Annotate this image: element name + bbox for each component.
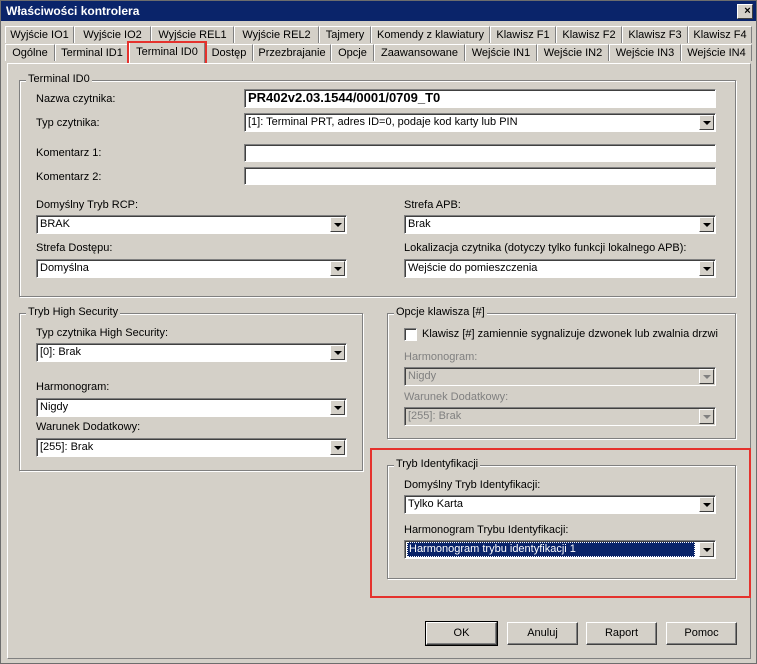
tab-wyjscie-io1[interactable]: Wyjście IO1 — [5, 26, 74, 43]
close-icon: × — [744, 5, 751, 17]
id-schedule-label: Harmonogram Trybu Identyfikacji: — [404, 524, 569, 536]
apb-label: Strefa APB: — [404, 199, 461, 211]
ko-condition-select[interactable]: [255]: Brak — [404, 407, 716, 426]
title-bar: Właściwości kontrolera × — [1, 1, 756, 21]
chevron-down-icon[interactable] — [330, 217, 345, 232]
tab-klawisz-f2[interactable]: Klawisz F2 — [556, 26, 622, 43]
reader-name-input[interactable]: PR402v2.03.1544/0001/0709_T0 — [244, 89, 716, 108]
comment2-input[interactable] — [244, 167, 716, 185]
hs-type-select[interactable]: [0]: Brak — [36, 343, 347, 362]
rcp-value: BRAK — [40, 218, 70, 230]
reader-type-select[interactable]: [1]: Terminal PRT, adres ID=0, podaje ko… — [244, 113, 716, 132]
ko-condition-label: Warunek Dodatkowy: — [404, 391, 509, 403]
access-zone-label: Strefa Dostępu: — [36, 242, 113, 254]
hs-condition-label: Warunek Dodatkowy: — [36, 421, 141, 433]
chevron-down-icon[interactable] — [699, 261, 714, 276]
tab-dostep[interactable]: Dostęp — [205, 44, 253, 61]
hs-condition-value: [255]: Brak — [40, 441, 94, 453]
hs-schedule-value: Nigdy — [40, 401, 69, 413]
tab-przezbrajanie[interactable]: Przezbrajanie — [253, 44, 331, 61]
rcp-label: Domyślny Tryb RCP: — [36, 199, 139, 211]
chevron-down-icon[interactable] — [330, 261, 345, 276]
hs-schedule-label: Harmonogram: — [36, 381, 110, 393]
ok-button[interactable]: OK — [425, 621, 498, 646]
reader-type-value: [1]: Terminal PRT, adres ID=0, podaje ko… — [248, 116, 518, 128]
chevron-down-icon[interactable] — [699, 409, 714, 424]
comment1-label: Komentarz 1: — [36, 147, 102, 159]
tab-wejscie-in4[interactable]: Wejście IN4 — [681, 44, 752, 61]
access-zone-value: Domyślna — [40, 262, 89, 274]
tab-wejscie-in1[interactable]: Wejście IN1 — [465, 44, 537, 61]
ko-schedule-label: Harmonogram: — [404, 351, 478, 363]
id-schedule-select[interactable]: Harmonogram trybu identyfikacji 1 — [404, 540, 716, 559]
hs-condition-select[interactable]: [255]: Brak — [36, 438, 347, 457]
comment1-input[interactable] — [244, 144, 716, 162]
tab-komendy[interactable]: Komendy z klawiatury — [371, 26, 490, 43]
apb-value: Brak — [408, 218, 431, 230]
access-zone-select[interactable]: Domyślna — [36, 259, 347, 278]
ko-schedule-value: Nigdy — [408, 370, 437, 382]
chevron-down-icon[interactable] — [699, 369, 714, 384]
id-default-value: Tylko Karta — [408, 498, 464, 510]
chevron-down-icon[interactable] — [699, 497, 714, 512]
id-default-select[interactable]: Tylko Karta — [404, 495, 716, 514]
id-default-label: Domyślny Tryb Identyfikacji: — [404, 479, 541, 491]
tab-zaawansowane[interactable]: Zaawansowane — [374, 44, 465, 61]
report-button[interactable]: Raport — [586, 622, 657, 645]
tab-ogolne[interactable]: Ogólne — [5, 44, 55, 61]
chevron-down-icon[interactable] — [699, 115, 714, 130]
high-security-legend: Tryb High Security — [26, 306, 121, 318]
tab-klawisz-f1[interactable]: Klawisz F1 — [490, 26, 556, 43]
identification-legend: Tryb Identyfikacji — [394, 458, 481, 470]
location-label: Lokalizacja czytnika (dotyczy tylko funk… — [404, 242, 687, 254]
chevron-down-icon[interactable] — [699, 217, 714, 232]
tab-wyjscie-io2[interactable]: Wyjście IO2 — [74, 26, 151, 43]
tab-wyjscie-rel1[interactable]: Wyjście REL1 — [151, 26, 234, 43]
chevron-down-icon[interactable] — [330, 440, 345, 455]
properties-window: Właściwości kontrolera × Wyjście IO1 Wyj… — [0, 0, 757, 664]
chevron-down-icon[interactable] — [330, 400, 345, 415]
tab-wejscie-in2[interactable]: Wejście IN2 — [537, 44, 609, 61]
help-button[interactable]: Pomoc — [666, 622, 737, 645]
tab-klawisz-f4[interactable]: Klawisz F4 — [688, 26, 752, 43]
reader-name-label: Nazwa czytnika: — [36, 93, 116, 105]
window-title: Właściwości kontrolera — [6, 4, 140, 18]
tab-terminal-id0[interactable]: Terminal ID0 — [129, 42, 205, 63]
cancel-button[interactable]: Anuluj — [507, 622, 578, 645]
tab-tajmery[interactable]: Tajmery — [319, 26, 371, 43]
location-value: Wejście do pomieszczenia — [408, 262, 538, 274]
ko-schedule-select[interactable]: Nigdy — [404, 367, 716, 386]
hs-type-label: Typ czytnika High Security: — [36, 327, 169, 339]
reader-type-label: Typ czytnika: — [36, 117, 100, 129]
terminal-legend: Terminal ID0 — [26, 73, 92, 85]
ko-condition-value: [255]: Brak — [408, 410, 462, 422]
rcp-select[interactable]: BRAK — [36, 215, 347, 234]
hs-type-value: [0]: Brak — [40, 346, 81, 358]
tab-wejscie-in3[interactable]: Wejście IN3 — [609, 44, 681, 61]
key-option-checkbox[interactable] — [404, 328, 417, 341]
chevron-down-icon[interactable] — [699, 542, 714, 557]
comment2-label: Komentarz 2: — [36, 171, 102, 183]
tab-opcje[interactable]: Opcje — [331, 44, 374, 61]
location-select[interactable]: Wejście do pomieszczenia — [404, 259, 716, 278]
tab-klawisz-f3[interactable]: Klawisz F3 — [622, 26, 688, 43]
apb-select[interactable]: Brak — [404, 215, 716, 234]
close-button[interactable]: × — [737, 4, 753, 19]
hs-schedule-select[interactable]: Nigdy — [36, 398, 347, 417]
chevron-down-icon[interactable] — [330, 345, 345, 360]
tab-terminal-id1[interactable]: Terminal ID1 — [55, 44, 129, 61]
key-option-checkbox-label: Klawisz [#] zamiennie sygnalizuje dzwone… — [422, 328, 718, 340]
key-options-legend: Opcje klawisza [#] — [394, 306, 487, 318]
id-schedule-value: Harmonogram trybu identyfikacji 1 — [407, 542, 695, 557]
tab-wyjscie-rel2[interactable]: Wyjście REL2 — [234, 26, 319, 43]
